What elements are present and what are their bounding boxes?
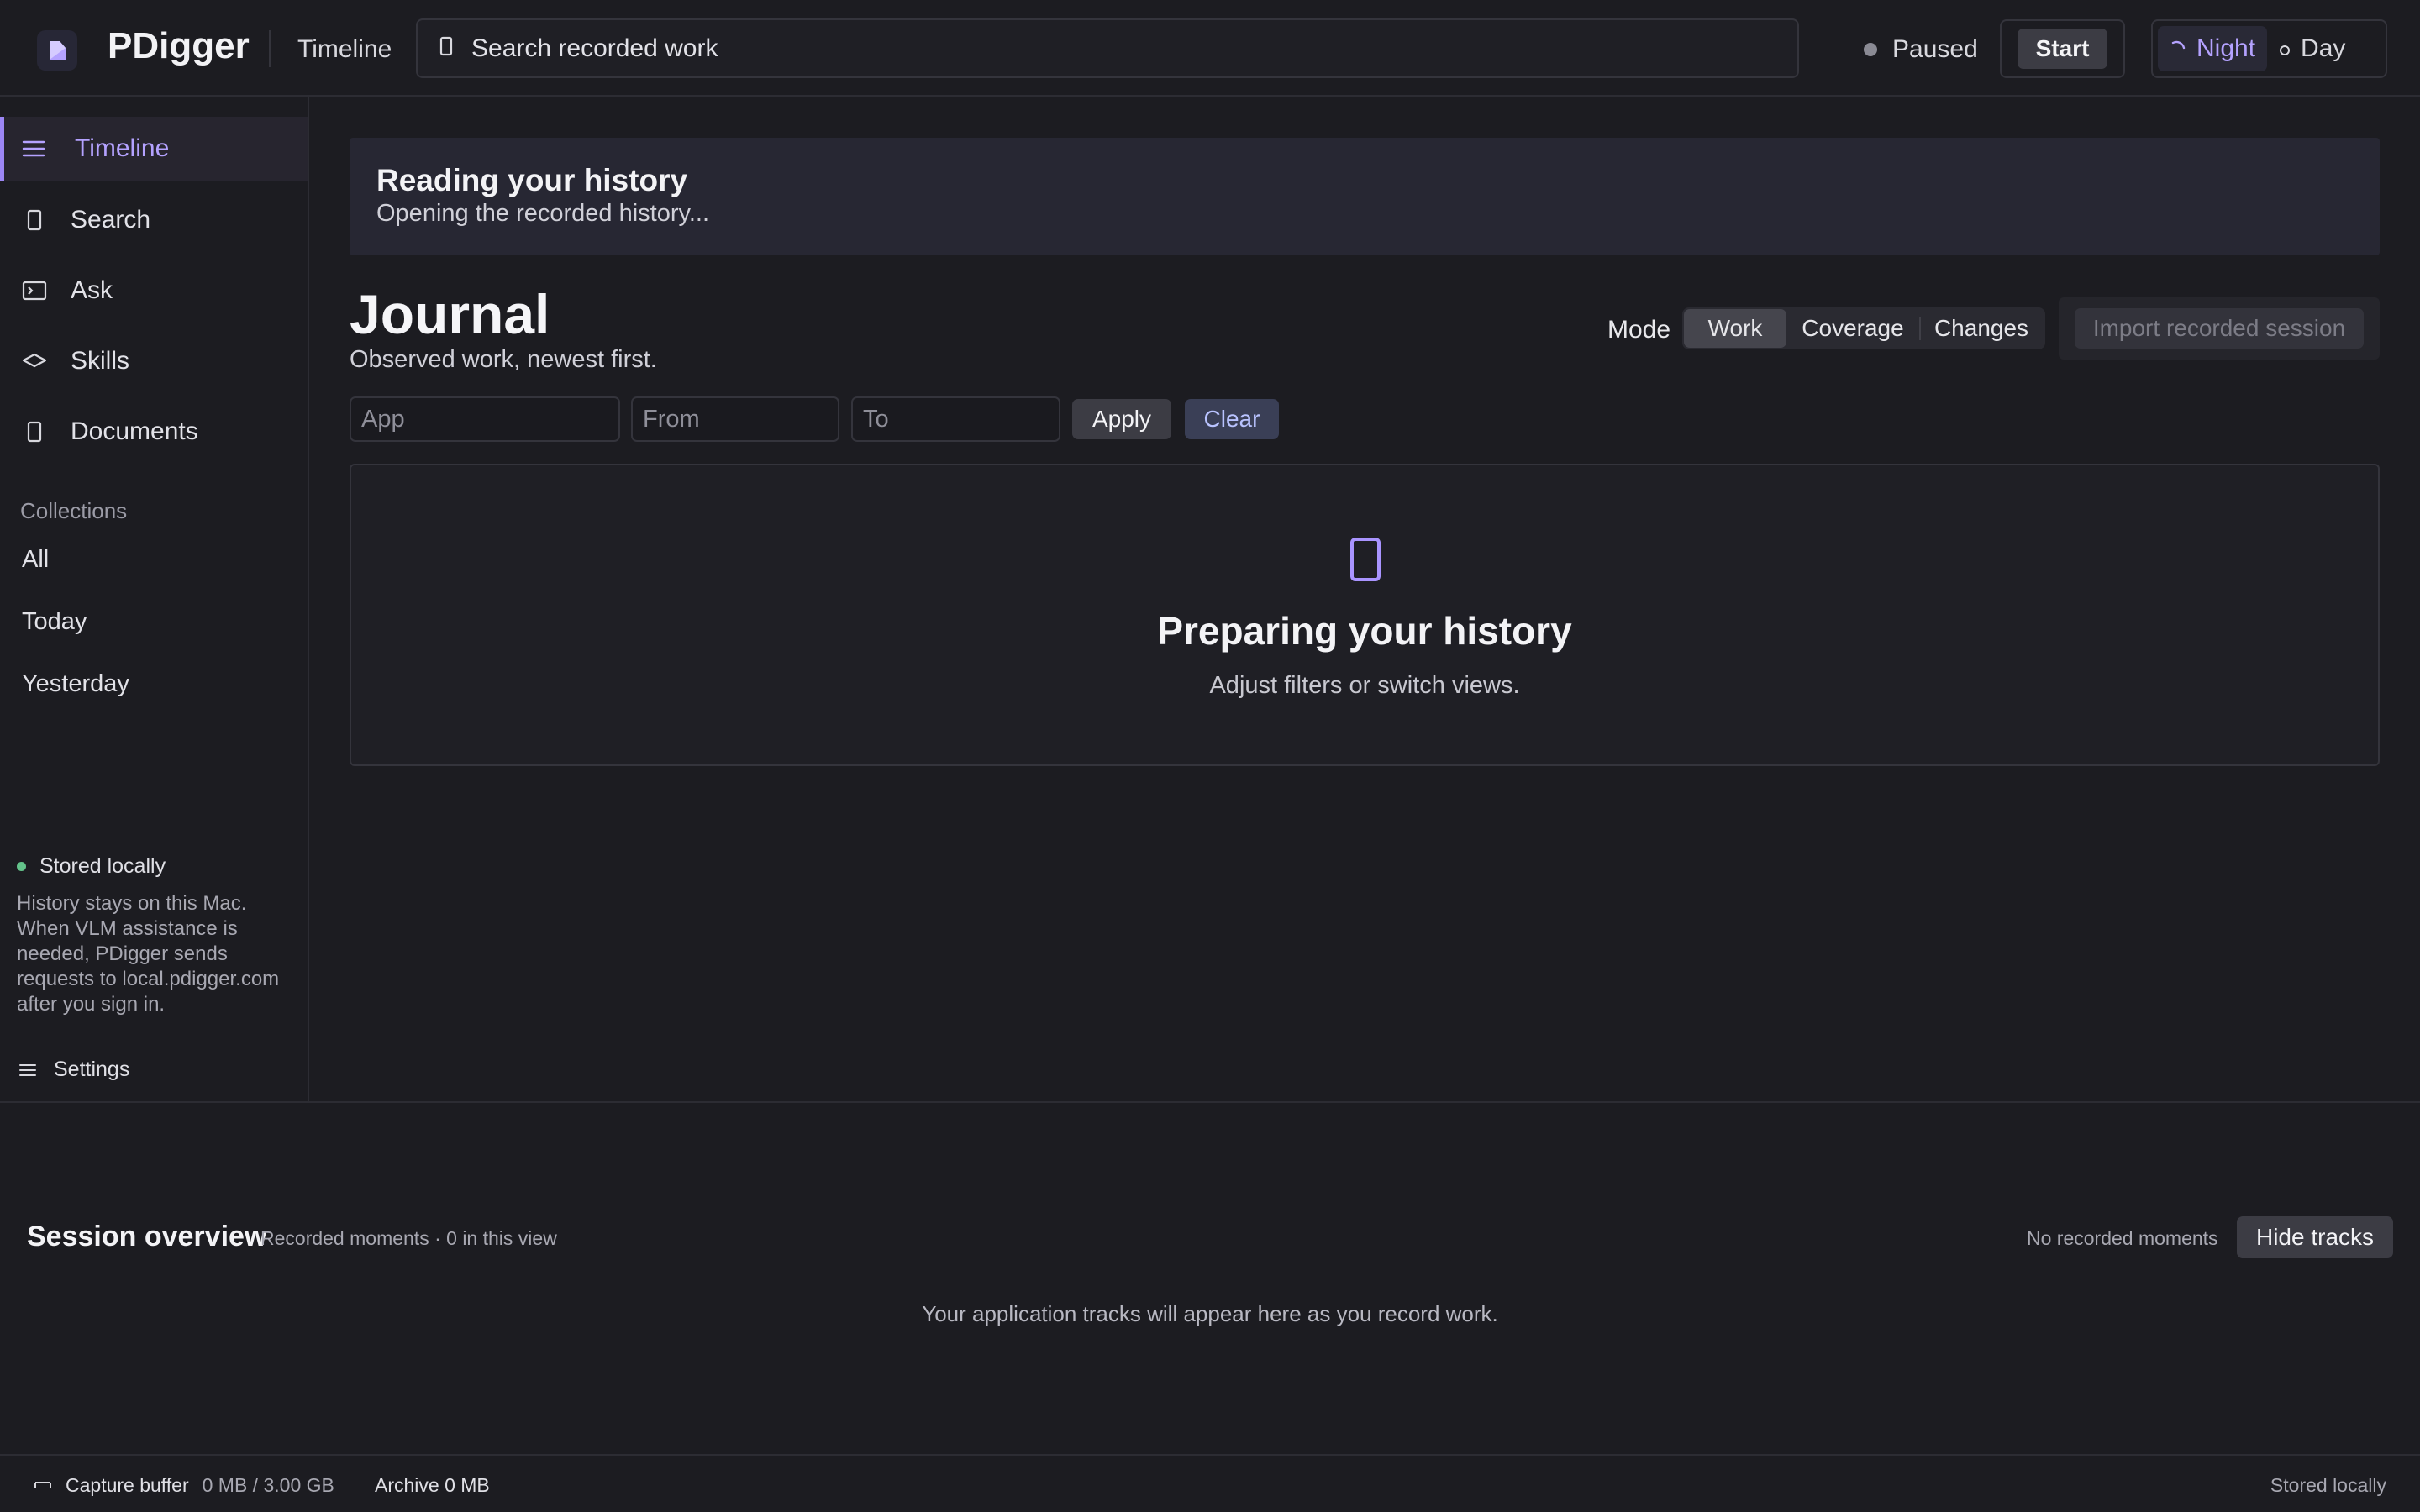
empty-state-subtitle: Adjust filters or switch views. <box>1209 672 1520 699</box>
session-overview-panel: Session overview Recorded moments · 0 in… <box>0 1101 2420 1454</box>
footer-storage-label: Stored locally <box>2270 1474 2386 1496</box>
status-footer: Capture buffer 0 MB / 3.00 GB Archive 0 … <box>0 1454 2420 1512</box>
loading-banner: Reading your history Opening the recorde… <box>350 138 2380 255</box>
buffer-icon <box>34 1481 52 1491</box>
app-logo <box>37 30 77 71</box>
header-divider <box>269 30 271 67</box>
doc-icon <box>27 209 42 231</box>
storage-description: History stays on this Mac. When VLM assi… <box>17 892 280 1016</box>
theme-night-label: Night <box>2196 34 2256 62</box>
sidebar-item-documents[interactable]: Documents <box>0 400 308 464</box>
sidebar: Timeline Search Ask Skills Documents Col… <box>0 97 309 1101</box>
settings-link[interactable]: Settings <box>18 1058 129 1082</box>
from-date-input[interactable]: From <box>631 396 839 442</box>
storage-status: Stored locally <box>17 854 166 879</box>
archive-status: Archive 0 MB <box>375 1474 490 1496</box>
sidebar-item-label: Documents <box>71 417 198 445</box>
breadcrumb[interactable]: Timeline <box>297 35 392 64</box>
terminal-icon <box>22 281 47 301</box>
search-input[interactable]: Search recorded work <box>416 18 1799 78</box>
sidebar-item-search[interactable]: Search <box>0 188 308 252</box>
buffer-value: 0 MB / 3.00 GB <box>202 1474 334 1496</box>
app-name: PDigger <box>108 25 250 66</box>
start-control: Start <box>2000 19 2125 78</box>
buffer-label: Capture buffer <box>66 1474 189 1496</box>
doc-icon <box>27 421 42 443</box>
sidebar-item-label: Search <box>71 206 151 234</box>
sidebar-item-label: Timeline <box>75 134 170 162</box>
layers-icon <box>22 352 47 370</box>
collections-header: Collections <box>20 498 128 523</box>
session-overview-title: Session overview <box>27 1221 267 1252</box>
banner-subtitle: Opening the recorded history... <box>376 200 710 227</box>
mode-changes-button[interactable]: Changes <box>1921 309 2042 348</box>
top-bar: PDigger Timeline Search recorded work Pa… <box>0 0 2420 97</box>
storage-status-label: Stored locally <box>39 854 166 878</box>
hide-tracks-button[interactable]: Hide tracks <box>2237 1216 2393 1258</box>
apply-button[interactable]: Apply <box>1072 399 1171 439</box>
list-icon <box>22 139 45 158</box>
status-label: Paused <box>1892 35 1978 63</box>
start-button[interactable]: Start <box>2018 29 2107 69</box>
theme-switcher: Night Day <box>2151 19 2387 78</box>
import-panel: Import recorded session <box>2059 297 2380 360</box>
app-filter-input[interactable]: App <box>350 396 620 442</box>
spinner-icon <box>2170 34 2186 63</box>
session-overview-meta: Recorded moments · 0 in this view <box>260 1227 557 1249</box>
mode-work-button[interactable]: Work <box>1684 309 1786 348</box>
page-subtitle: Observed work, newest first. <box>350 346 657 373</box>
page-title: Journal <box>350 283 550 345</box>
storage-status-dot <box>17 862 26 871</box>
no-moments-label: No recorded moments <box>2027 1227 2218 1249</box>
status-dot <box>1864 43 1877 56</box>
collection-item-today[interactable]: Today <box>22 608 87 636</box>
mode-switcher: Work Coverage Changes <box>1682 307 2045 349</box>
sidebar-item-ask[interactable]: Ask <box>0 259 308 323</box>
mode-label: Mode <box>1607 316 1671 344</box>
settings-label: Settings <box>54 1058 130 1081</box>
empty-state-title: Preparing your history <box>1157 609 1572 653</box>
doc-icon <box>439 36 453 60</box>
mode-coverage-button[interactable]: Coverage <box>1786 309 1919 348</box>
sidebar-item-timeline[interactable]: Timeline <box>0 117 308 181</box>
import-session-button[interactable]: Import recorded session <box>2075 308 2364 349</box>
sidebar-item-label: Skills <box>71 347 130 375</box>
theme-night-button[interactable]: Night <box>2158 26 2268 71</box>
empty-state-card: Preparing your history Adjust filters or… <box>350 464 2380 766</box>
collection-item-all[interactable]: All <box>22 546 49 574</box>
sidebar-item-label: Ask <box>71 276 113 304</box>
theme-day-button[interactable]: Day <box>2267 26 2357 71</box>
tracks-empty-text: Your application tracks will appear here… <box>922 1301 1498 1326</box>
logo-mark-icon <box>50 41 66 60</box>
banner-title: Reading your history <box>376 163 688 197</box>
capture-buffer-status: Capture buffer 0 MB / 3.00 GB <box>34 1474 334 1497</box>
doc-icon <box>1348 536 1383 587</box>
sidebar-item-skills[interactable]: Skills <box>0 329 308 393</box>
recording-status: Paused <box>1864 35 1978 64</box>
circle-icon <box>2279 34 2291 63</box>
menu-icon <box>18 1063 37 1078</box>
clear-button[interactable]: Clear <box>1185 399 1279 439</box>
to-date-input[interactable]: To <box>851 396 1060 442</box>
collection-item-yesterday[interactable]: Yesterday <box>22 670 129 698</box>
theme-day-label: Day <box>2301 34 2346 62</box>
search-placeholder: Search recorded work <box>471 34 718 62</box>
